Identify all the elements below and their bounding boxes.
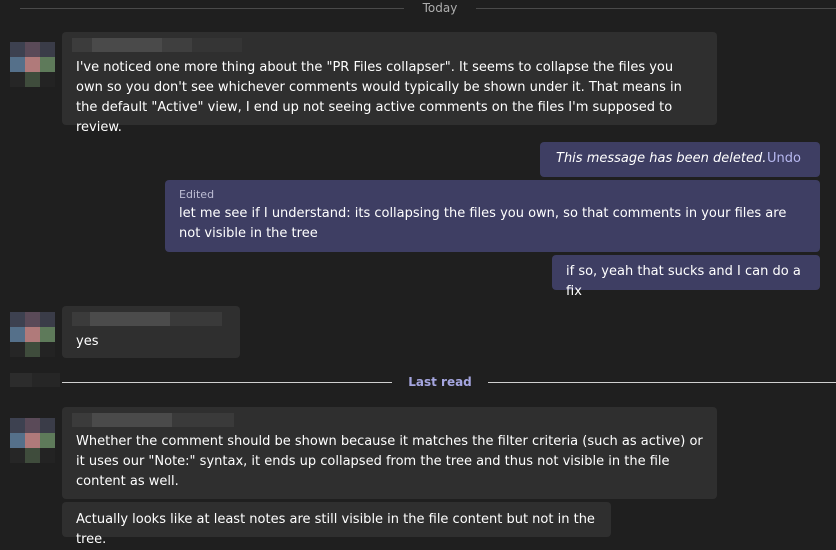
today-divider-label: Today (422, 1, 458, 15)
message-text: if so, yeah that sucks and I can do a fi… (566, 264, 801, 299)
message-bubble-incoming[interactable]: Actually looks like at least notes are s… (62, 502, 611, 547)
message-bubble-outgoing-edited[interactable]: Edited let me see if I understand: its c… (165, 180, 820, 252)
message-text: Whether the comment should be shown beca… (76, 434, 703, 489)
read-receipt-blurred (10, 373, 60, 387)
message-text: I've noticed one more thing about the "P… (76, 60, 682, 135)
avatar[interactable] (10, 42, 55, 87)
today-divider-line-left (20, 8, 404, 9)
deleted-message-notice: This message has been deleted. (556, 151, 767, 166)
last-read-line-left (62, 382, 392, 383)
message-text: let me see if I understand: its collapsi… (179, 206, 787, 241)
undo-button[interactable]: Undo (767, 151, 801, 166)
avatar[interactable] (10, 418, 55, 463)
message-text: yes (76, 334, 99, 349)
last-read-line-right (488, 382, 836, 383)
message-bubble-outgoing[interactable]: if so, yeah that sucks and I can do a fi… (552, 255, 820, 299)
avatar[interactable] (10, 312, 55, 357)
message-text: Actually looks like at least notes are s… (76, 512, 595, 547)
sender-name-blurred (72, 312, 222, 326)
today-divider-line-right (476, 8, 836, 9)
sender-name-blurred (72, 413, 234, 427)
sender-name-blurred-overlay (72, 38, 242, 52)
edited-label: Edited (179, 188, 215, 201)
deleted-message-bubble: This message has been deleted. Undo (540, 142, 820, 177)
last-read-label: Last read (408, 375, 472, 389)
